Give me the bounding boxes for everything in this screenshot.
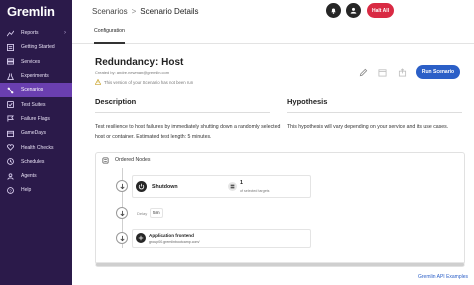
suite-icon: [7, 101, 14, 109]
sidebar-item-experiments[interactable]: Experiments: [0, 69, 72, 83]
node-toggle-button[interactable]: [116, 180, 128, 192]
sidebar-item-label: Test Suites: [21, 101, 46, 108]
not-run-warning: This version of your Scenario has not be…: [95, 79, 193, 85]
sidebar-item-label: Agents: [21, 173, 37, 180]
attack-name: Shutdown: [152, 184, 178, 190]
sidebar-item-failure-flags[interactable]: Failure Flags: [0, 112, 72, 126]
hypothesis-heading: Hypothesis: [287, 97, 328, 106]
share-button[interactable]: [396, 66, 408, 78]
tab-configuration[interactable]: Configuration: [94, 28, 125, 44]
horizontal-scrollbar[interactable]: [95, 262, 465, 266]
breadcrumb-current: Scenario Details: [140, 6, 199, 16]
nodes-icon: [102, 157, 109, 164]
chevron-right-icon: ›: [64, 30, 66, 37]
sidebar-item-gamedays[interactable]: GameDays: [0, 126, 72, 140]
bell-icon: [331, 8, 336, 14]
breadcrumb-separator: >: [131, 6, 137, 16]
sidebar-item-label: Experiments: [21, 73, 49, 80]
delay-label: Delay: [137, 211, 148, 216]
divider: [95, 112, 270, 113]
node-toggle-button[interactable]: [116, 232, 128, 244]
sidebar-item-getting-started[interactable]: Getting Started: [0, 40, 72, 54]
halt-all-button[interactable]: Halt All: [367, 3, 394, 18]
sidebar-item-label: Failure Flags: [21, 115, 50, 122]
sidebar-nav: Reports › Getting Started Services Exper…: [0, 26, 72, 198]
calendar-icon: [377, 68, 387, 77]
page-title: Redundancy: Host: [95, 57, 184, 68]
list-icon: [7, 43, 14, 51]
brand-logo[interactable]: Gremlin: [0, 0, 72, 22]
help-icon: ?: [7, 186, 14, 194]
sidebar-item-health-checks[interactable]: Health Checks: [0, 140, 72, 154]
node-toggle-button[interactable]: [116, 207, 128, 219]
sidebar-item-label: Scenarios: [21, 87, 44, 94]
user-icon: [350, 7, 357, 14]
sidebar-item-label: Help: [21, 187, 32, 194]
tab-bar: Configuration: [72, 22, 474, 44]
targets-icon: [228, 182, 237, 191]
breadcrumb-root[interactable]: Scenarios: [92, 7, 128, 16]
api-examples-link[interactable]: Gremlin API Examples: [418, 274, 468, 280]
created-by: Created by: andre.newman@gremlin.com: [95, 70, 170, 75]
arrow-down-icon: [119, 183, 125, 189]
clock-icon: [7, 158, 14, 166]
power-icon: [136, 181, 147, 192]
flag-icon: [7, 115, 14, 122]
delay-value[interactable]: 5m: [150, 208, 163, 218]
sidebar-item-help[interactable]: ? Help: [0, 183, 72, 197]
share-icon: [398, 67, 406, 77]
health-check-title: Application frontend: [149, 233, 194, 238]
hypothesis-text: This hypothesis will vary depending on y…: [287, 124, 449, 130]
pencil-icon: [359, 68, 367, 76]
sidebar-item-label: Schedules: [21, 158, 45, 165]
target-count: 1: [240, 180, 243, 186]
target-count-label: of selected targets: [240, 189, 270, 193]
top-bar: Scenarios > Scenario Details: [72, 0, 474, 22]
edit-button[interactable]: [357, 66, 369, 78]
sidebar-item-schedules[interactable]: Schedules: [0, 155, 72, 169]
description-text: Test resilience to host failures by imme…: [95, 124, 281, 140]
arrow-down-icon: [119, 235, 125, 241]
schedule-button[interactable]: [376, 66, 388, 78]
sidebar-item-label: GameDays: [21, 130, 47, 137]
chart-icon: [7, 30, 14, 37]
sidebar-item-scenarios[interactable]: Scenarios: [0, 83, 72, 98]
scrollbar-thumb[interactable]: [96, 263, 464, 266]
calendar-icon: [7, 130, 14, 137]
health-check-icon: [136, 233, 146, 243]
sidebar-item-label: Reports: [21, 30, 39, 37]
divider: [287, 112, 462, 113]
health-check-node-card[interactable]: [132, 229, 311, 248]
description-heading: Description: [95, 97, 137, 106]
flask-icon: [7, 72, 14, 80]
services-icon: [7, 58, 14, 65]
user-menu-button[interactable]: [346, 3, 361, 18]
warning-icon: [95, 79, 101, 85]
notifications-button[interactable]: [326, 3, 341, 18]
run-scenario-button[interactable]: Run Scenario: [416, 65, 460, 79]
ordered-nodes-label: Ordered Nodes: [115, 157, 151, 163]
warning-text: This version of your Scenario has not be…: [104, 79, 194, 85]
sidebar-item-agents[interactable]: Agents: [0, 169, 72, 183]
arrow-down-icon: [119, 210, 125, 216]
sidebar-item-services[interactable]: Services: [0, 55, 72, 69]
sidebar-item-test-suites[interactable]: Test Suites: [0, 97, 72, 111]
svg-text:?: ?: [9, 188, 12, 193]
sidebar-item-label: Health Checks: [21, 144, 54, 151]
heart-icon: [7, 144, 14, 151]
sidebar-item-label: Getting Started: [21, 44, 55, 51]
health-check-url: group00.gremlinbootcamp.com/: [149, 240, 200, 244]
agent-icon: [7, 172, 14, 180]
sidebar-item-reports[interactable]: Reports ›: [0, 26, 72, 40]
scenario-icon: [7, 87, 14, 94]
sidebar-item-label: Services: [21, 58, 41, 65]
sidebar: Gremlin Reports › Getting Started Servic…: [0, 0, 72, 285]
